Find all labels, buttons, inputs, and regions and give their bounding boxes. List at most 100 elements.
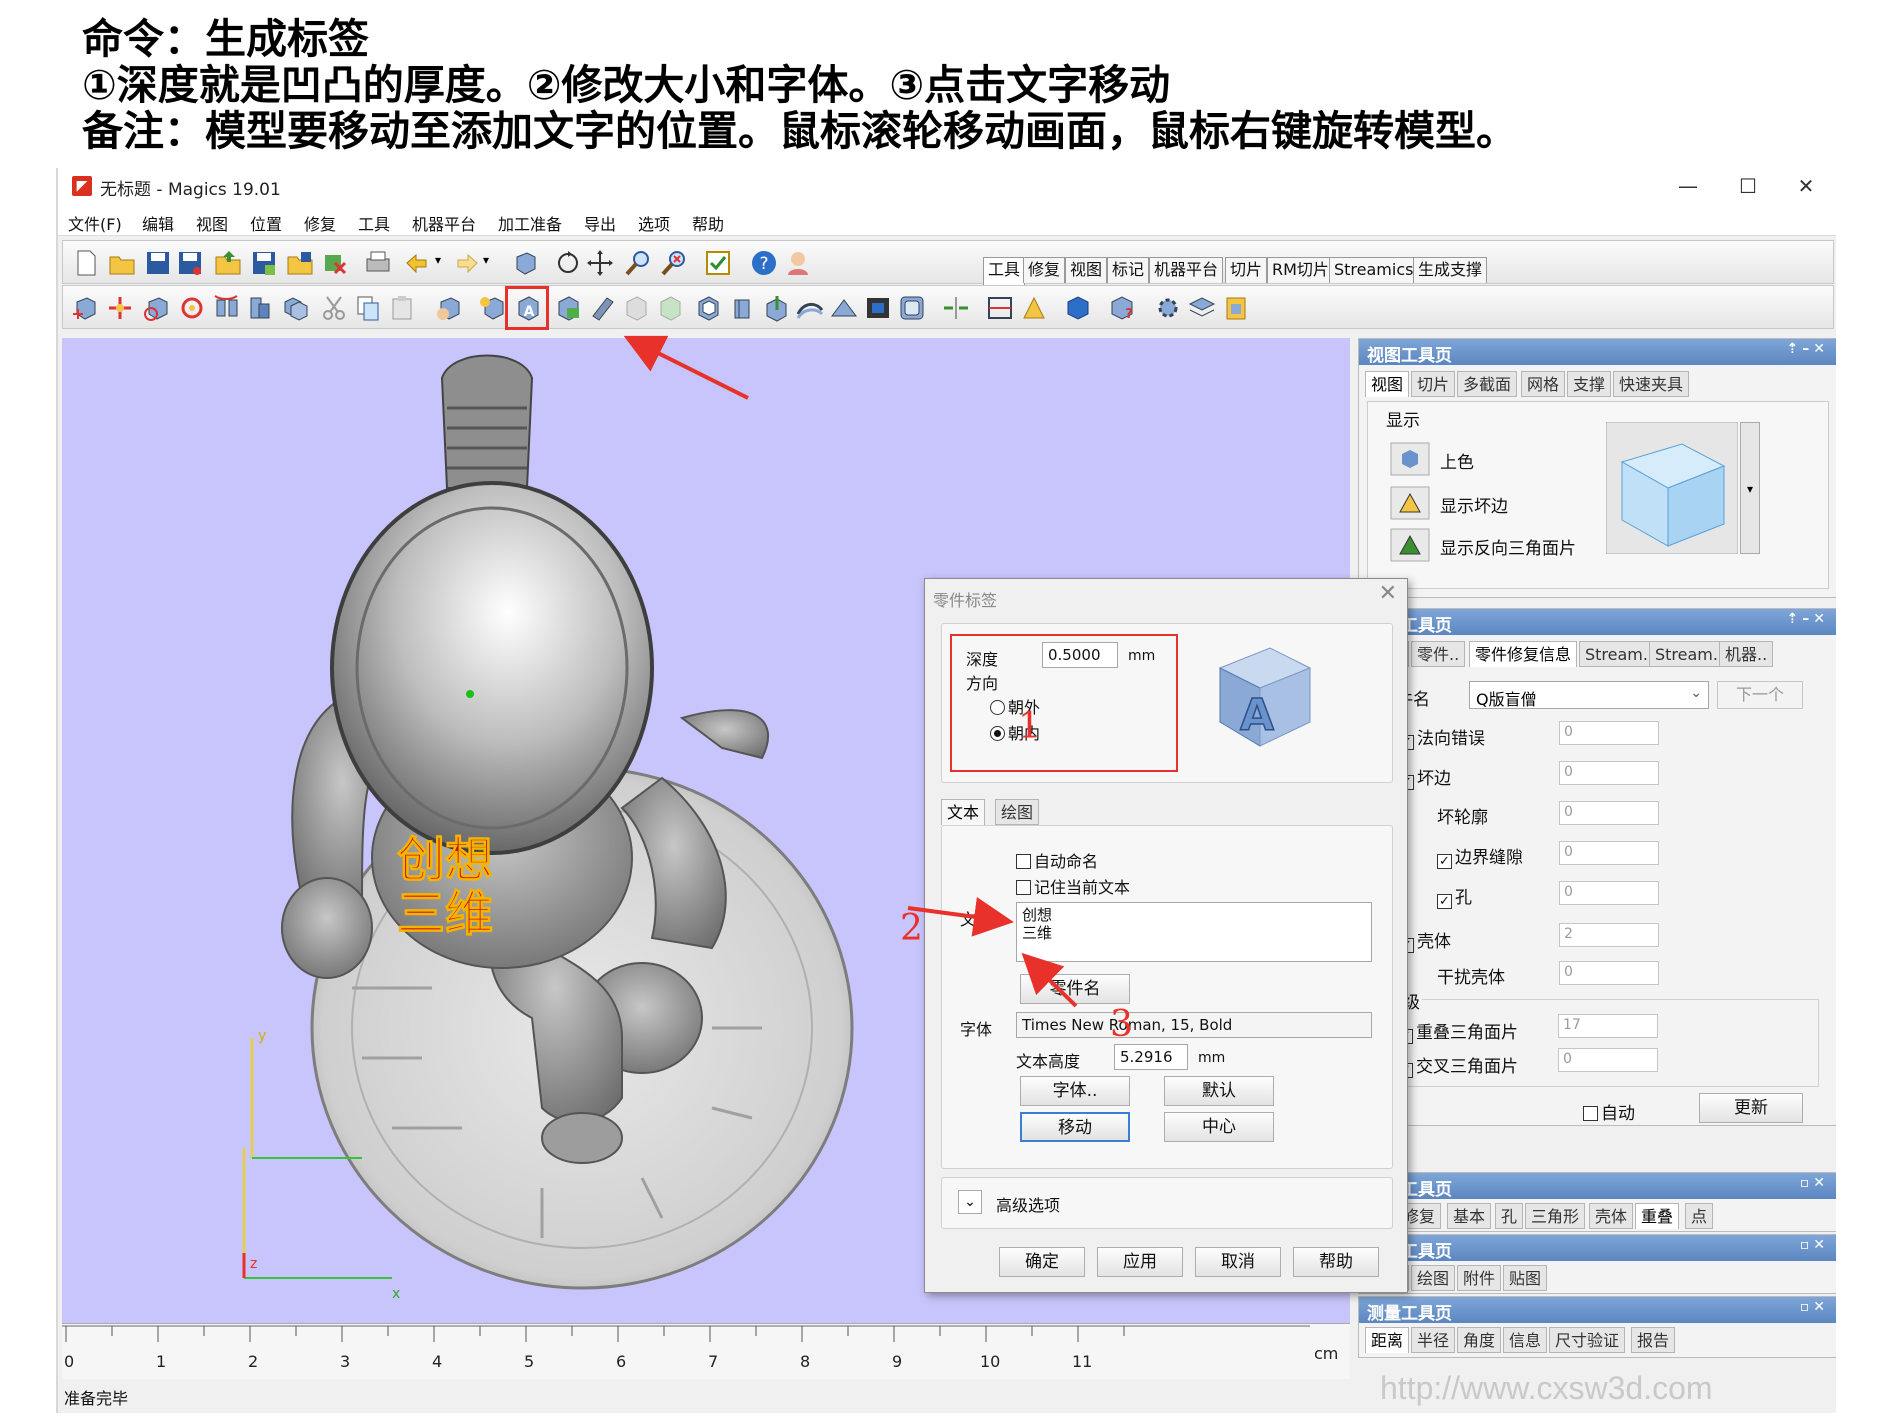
holes-check[interactable]: ✓ 孔 <box>1437 883 1472 909</box>
cut-icon[interactable] <box>319 294 349 322</box>
tab-info[interactable]: 信息 <box>1503 1327 1548 1353</box>
text-label-icon[interactable] <box>553 294 583 322</box>
interactive-rotate-icon[interactable] <box>177 294 207 322</box>
remember-text-check[interactable]: 记住当前文本 <box>1016 874 1130 898</box>
minimize-button[interactable]: — <box>1658 170 1718 202</box>
tab-view[interactable]: 视图 <box>1065 257 1108 283</box>
panel-controls-icon[interactable]: ▫✕ <box>1800 1237 1829 1253</box>
extrude-icon[interactable] <box>761 294 791 322</box>
auto-name-check[interactable]: 自动命名 <box>1016 848 1098 872</box>
interactive-translate-icon[interactable] <box>105 294 135 322</box>
shaded-icon[interactable] <box>1390 442 1430 476</box>
save-icon[interactable] <box>143 249 173 277</box>
auto-check[interactable]: 自动 <box>1583 1099 1635 1124</box>
tab-part-repair-info[interactable]: 零件修复信息 <box>1469 641 1578 667</box>
border-gaps-check[interactable]: ✓ 边界缝隙 <box>1437 843 1523 869</box>
maximize-button[interactable]: ☐ <box>1718 170 1778 202</box>
tab-quick-fixture[interactable]: 快速夹具 <box>1613 371 1690 397</box>
tab-dimension-verify[interactable]: 尺寸验证 <box>1549 1327 1626 1353</box>
tab-attachments[interactable]: 附件 <box>1457 1265 1502 1291</box>
print-icon[interactable] <box>363 249 393 277</box>
menu-position[interactable]: 位置 <box>250 211 282 235</box>
bad-edges-label[interactable]: 显示坏边 <box>1440 492 1508 517</box>
assistant-icon[interactable] <box>783 249 813 277</box>
menu-machine-platform[interactable]: 机器平台 <box>412 211 476 235</box>
tab-holes[interactable]: 孔 <box>1495 1203 1524 1229</box>
new-file-icon[interactable] <box>71 249 101 277</box>
mirror-icon[interactable] <box>211 294 241 322</box>
tab-overlap[interactable]: 重叠 <box>1635 1203 1680 1229</box>
tab-triangles[interactable]: 三角形 <box>1525 1203 1586 1229</box>
tab-report[interactable]: 报告 <box>1631 1327 1676 1353</box>
duplicate-icon[interactable] <box>279 294 309 322</box>
tab-drawing[interactable]: 绘图 <box>1411 1265 1456 1291</box>
tab-textures[interactable]: 贴图 <box>1503 1265 1548 1291</box>
close-button[interactable]: ✕ <box>1776 170 1836 202</box>
menu-tools[interactable]: 工具 <box>358 211 390 235</box>
normal-errors-check[interactable]: ✓法向错误 <box>1399 724 1485 750</box>
save-as-icon[interactable] <box>175 249 205 277</box>
intersecting-triangles-check[interactable]: ✓交叉三角面片 <box>1398 1052 1518 1078</box>
offset-icon[interactable] <box>727 294 757 322</box>
font-button[interactable]: 字体.. <box>1020 1076 1130 1106</box>
text-height-input[interactable]: 5.2916 <box>1114 1044 1188 1070</box>
inverted-triangles-icon[interactable] <box>1390 528 1430 562</box>
tab-points[interactable]: 点 <box>1685 1203 1714 1229</box>
close-icon[interactable]: ✕ <box>1379 581 1397 606</box>
menu-help[interactable]: 帮助 <box>692 211 724 235</box>
expand-chevron-icon[interactable]: ⌄ <box>958 1190 982 1214</box>
clipboard-icon[interactable] <box>1221 294 1251 322</box>
fix-wizard-icon[interactable]: ? <box>1107 294 1137 322</box>
part-name-select[interactable]: Q版盲僧 ⌄ <box>1469 681 1709 709</box>
open-folder-icon[interactable] <box>107 249 137 277</box>
tab-slice[interactable]: 切片 <box>1411 371 1456 397</box>
menu-edit[interactable]: 编辑 <box>142 211 174 235</box>
tab-machine[interactable]: 机器.. <box>1719 641 1774 667</box>
pan-icon[interactable] <box>585 249 615 277</box>
tab-tools[interactable]: 工具 <box>983 257 1026 285</box>
boolean-icon[interactable] <box>863 294 893 322</box>
tab-drawing[interactable]: 绘图 <box>995 799 1040 825</box>
spark-icon[interactable] <box>477 294 507 322</box>
help-icon[interactable]: ? <box>749 249 779 277</box>
unload-icon[interactable] <box>319 249 349 277</box>
tab-radius[interactable]: 半径 <box>1411 1327 1456 1353</box>
tab-streamics-2[interactable]: Stream.. <box>1649 641 1730 667</box>
view-cube-icon[interactable] <box>1606 422 1738 554</box>
help-button[interactable]: 帮助 <box>1293 1247 1379 1277</box>
tab-angle[interactable]: 角度 <box>1457 1327 1502 1353</box>
overlapping-triangles-check[interactable]: ✓重叠三角面片 <box>1398 1018 1518 1044</box>
marker-icon[interactable] <box>587 294 617 322</box>
tab-mark[interactable]: 标记 <box>1107 257 1150 283</box>
save-part-icon[interactable] <box>249 249 279 277</box>
apply-button[interactable]: 应用 <box>1097 1247 1183 1277</box>
tab-view[interactable]: 视图 <box>1365 371 1410 397</box>
tab-distance[interactable]: 距离 <box>1365 1327 1410 1353</box>
paste-icon[interactable] <box>387 294 417 322</box>
tab-basic[interactable]: 基本 <box>1447 1203 1492 1229</box>
wall-icon[interactable] <box>655 294 685 322</box>
cancel-button[interactable]: 取消 <box>1195 1247 1281 1277</box>
default-button[interactable]: 默认 <box>1164 1076 1274 1106</box>
scale-icon[interactable] <box>245 294 275 322</box>
tab-part-2[interactable]: 零件.. <box>1411 641 1466 667</box>
depth-input[interactable]: 0.5000 <box>1042 642 1118 668</box>
tab-shells[interactable]: 壳体 <box>1589 1203 1634 1229</box>
bad-edges-icon[interactable] <box>1390 486 1430 520</box>
gear-icon[interactable] <box>1153 294 1183 322</box>
part-name-button[interactable]: 零件名 <box>1020 974 1130 1004</box>
shell-icon[interactable] <box>693 294 723 322</box>
undo-icon[interactable] <box>403 249 433 277</box>
menu-repair[interactable]: 修复 <box>304 211 336 235</box>
zoom-window-icon[interactable] <box>659 249 689 277</box>
panel-controls-icon[interactable]: ⇡–✕ <box>1787 611 1829 627</box>
tab-generate-support[interactable]: 生成支撑 <box>1413 257 1488 283</box>
shaded-label[interactable]: 上色 <box>1440 448 1474 473</box>
tab-mesh[interactable]: 网格 <box>1521 371 1566 397</box>
menu-file[interactable]: 文件(F) <box>68 211 122 235</box>
next-part-button[interactable]: 下一个 <box>1717 681 1803 709</box>
panel-controls-icon[interactable]: ▫✕ <box>1800 1299 1829 1315</box>
move-button[interactable]: 移动 <box>1020 1112 1130 1142</box>
menu-options[interactable]: 选项 <box>638 211 670 235</box>
import-icon[interactable] <box>213 249 243 277</box>
